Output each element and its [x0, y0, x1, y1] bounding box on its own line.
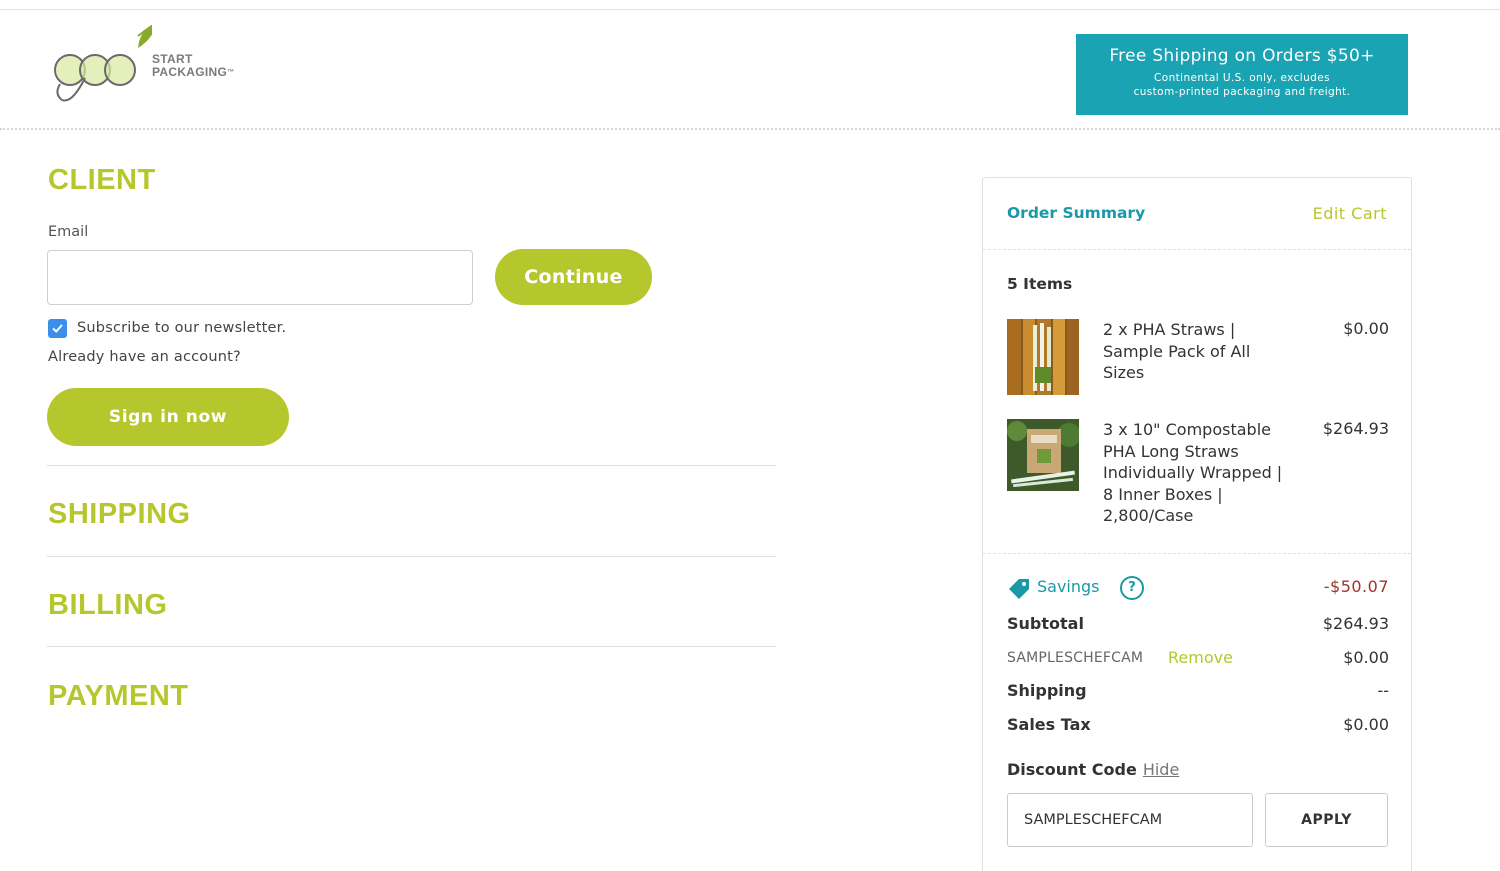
hide-discount-link[interactable]: Hide [1143, 760, 1179, 779]
email-label: Email [48, 224, 89, 240]
straw-box-image-icon [1007, 419, 1079, 491]
remove-code-link[interactable]: Remove [1168, 648, 1233, 667]
sales-tax-label: Sales Tax [1007, 715, 1091, 734]
sales-tax-value: $0.00 [1343, 715, 1389, 734]
savings-row: Savings ? -$50.07 [1007, 576, 1389, 600]
section-divider [47, 646, 776, 647]
sign-in-button[interactable]: Sign in now [47, 388, 289, 446]
summary-divider [983, 553, 1411, 554]
logo-mark-icon [54, 21, 159, 102]
subtotal-label: Subtotal [1007, 614, 1084, 633]
product-image [1007, 419, 1079, 491]
item-name: 3 x 10" Compostable PHA Long Straws Indi… [1103, 420, 1283, 525]
sales-tax-row: Sales Tax $0.00 [1007, 715, 1389, 737]
item-price: $0.00 [1343, 319, 1389, 338]
applied-code: SAMPLESCHEFCAM [1007, 650, 1144, 666]
promo-subtitle: Continental U.S. only, excludes custom-p… [1133, 72, 1351, 98]
subtotal-row: Subtotal $264.93 [1007, 614, 1389, 636]
logo[interactable]: START PACKAGING™ [52, 18, 252, 110]
top-border [0, 9, 1500, 10]
discount-code-input[interactable]: SAMPLESCHEFCAM [1007, 793, 1253, 847]
logo-text: START PACKAGING™ [152, 52, 235, 79]
continue-button[interactable]: Continue [495, 249, 652, 305]
savings-value: -$50.07 [1323, 577, 1389, 596]
item-name: 2 x PHA Straws | Sample Pack of All Size… [1103, 320, 1251, 382]
client-section-title: CLIENT [48, 164, 156, 196]
email-field[interactable] [47, 250, 473, 305]
order-summary-panel: Order Summary Edit Cart 5 Items 2 x PHA … [982, 177, 1412, 871]
discount-code-label: Discount Code Hide [1007, 760, 1180, 779]
account-prompt: Already have an account? [48, 349, 241, 365]
subtotal-value: $264.93 [1322, 614, 1389, 633]
items-count: 5 Items [1007, 275, 1073, 293]
newsletter-label[interactable]: Subscribe to our newsletter. [77, 320, 286, 336]
shipping-label: Shipping [1007, 681, 1087, 700]
cart-item: 3 x 10" Compostable PHA Long Straws Indi… [1007, 419, 1389, 529]
section-divider [47, 556, 776, 557]
summary-divider [983, 249, 1411, 250]
header-divider [0, 128, 1500, 130]
order-summary-title: Order Summary [1007, 204, 1146, 222]
section-divider [47, 465, 776, 466]
apply-button[interactable]: APPLY [1265, 793, 1388, 847]
shipping-section-title[interactable]: SHIPPING [48, 498, 191, 531]
straws-image-icon [1007, 319, 1079, 395]
discount-code-row: Discount Code Hide [1007, 760, 1389, 784]
shipping-value: -- [1377, 681, 1389, 700]
edit-cart-link[interactable]: Edit Cart [1313, 204, 1387, 223]
price-tag-icon [1009, 579, 1029, 599]
help-icon[interactable]: ? [1120, 576, 1144, 600]
checkmark-icon [52, 324, 63, 333]
applied-code-row: SAMPLESCHEFCAM Remove $0.00 [1007, 648, 1389, 670]
newsletter-checkbox[interactable] [48, 319, 67, 338]
savings-label: Savings [1037, 577, 1100, 596]
product-image [1007, 319, 1079, 395]
billing-section-title[interactable]: BILLING [48, 589, 168, 622]
free-shipping-banner: Free Shipping on Orders $50+ Continental… [1076, 34, 1408, 115]
cart-item: 2 x PHA Straws | Sample Pack of All Size… [1007, 319, 1389, 399]
item-price: $264.93 [1322, 419, 1389, 438]
payment-section-title[interactable]: PAYMENT [48, 680, 188, 713]
code-value: $0.00 [1343, 648, 1389, 667]
shipping-row: Shipping -- [1007, 681, 1389, 703]
promo-title: Free Shipping on Orders $50+ [1109, 46, 1375, 66]
